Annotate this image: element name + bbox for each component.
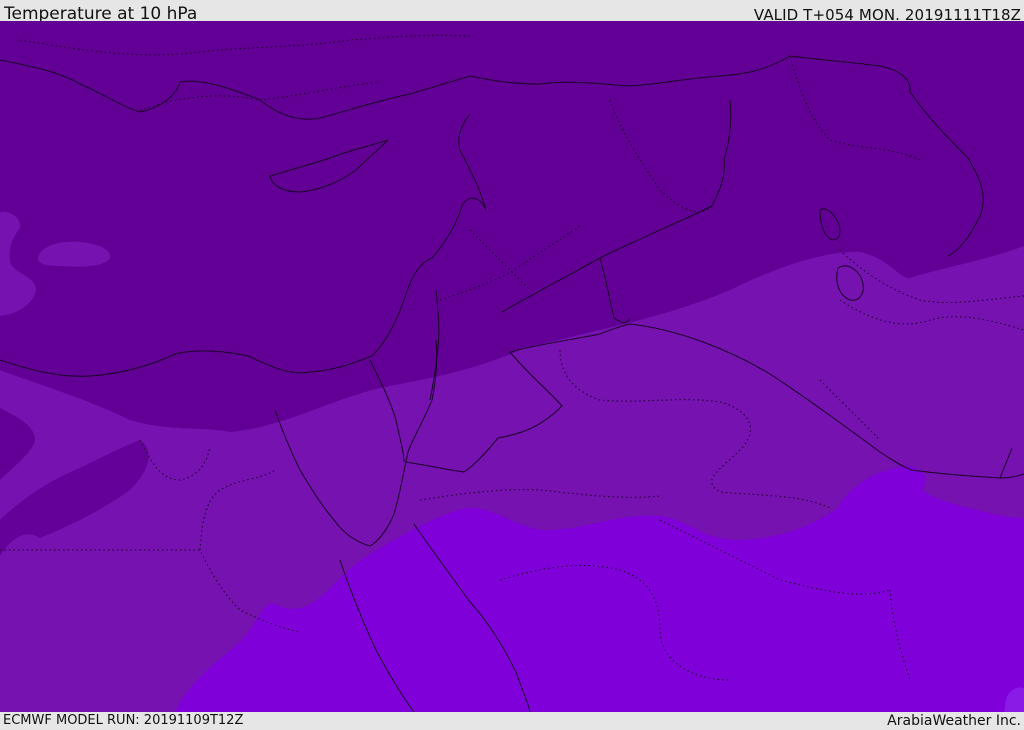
footer-bar: ECMWF MODEL RUN: 20191109T12Z ArabiaWeat…: [0, 712, 1024, 729]
credit-text: ArabiaWeather Inc.: [887, 713, 1021, 729]
model-run: ECMWF MODEL RUN: 20191109T12Z: [3, 713, 244, 728]
temperature-map: [0, 21, 1024, 712]
header-bar: Temperature at 10 hPa VALID T+054 MON. 2…: [0, 0, 1024, 24]
map-panel: [0, 21, 1024, 712]
